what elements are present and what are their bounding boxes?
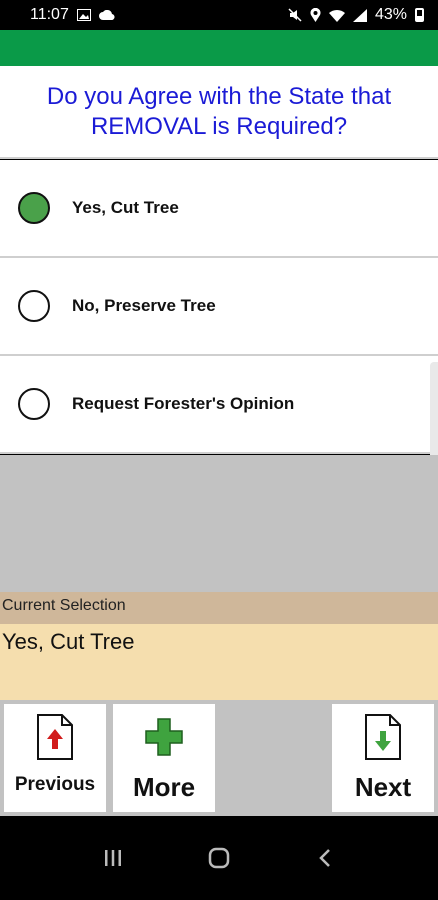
plus-icon xyxy=(145,718,183,756)
battery-icon xyxy=(415,8,424,22)
mute-icon xyxy=(288,8,302,22)
radio-unselected-icon[interactable] xyxy=(18,290,50,322)
recent-apps-icon xyxy=(105,850,121,866)
option-request-forester-opinion[interactable]: Request Forester's Opinion xyxy=(0,356,438,454)
next-button[interactable]: Next xyxy=(332,704,434,812)
document-down-arrow-icon xyxy=(365,714,401,760)
radio-selected-icon[interactable] xyxy=(18,192,50,224)
more-label: More xyxy=(132,772,196,802)
previous-label: Previous xyxy=(14,774,96,795)
option-no-preserve-tree[interactable]: No, Preserve Tree xyxy=(0,258,438,356)
back-button[interactable] xyxy=(305,838,345,878)
option-label: Request Forester's Opinion xyxy=(72,394,295,413)
document-up-arrow-icon xyxy=(37,714,73,760)
question-title: Do you Agree with the State that REMOVAL… xyxy=(0,66,438,159)
wifi-icon xyxy=(328,9,345,22)
location-icon xyxy=(310,8,321,22)
home-icon xyxy=(208,847,230,869)
signal-icon xyxy=(352,8,367,22)
battery-percent: 43% xyxy=(374,6,407,23)
option-label: No, Preserve Tree xyxy=(72,296,216,315)
gallery-icon xyxy=(76,9,91,21)
bottom-nav: Previous More Next xyxy=(0,700,438,816)
clock: 11:07 xyxy=(30,6,69,23)
current-selection-label: Current Selection xyxy=(0,592,438,624)
cloud-icon xyxy=(98,10,115,20)
back-icon xyxy=(319,849,330,867)
previous-button[interactable]: Previous xyxy=(4,704,106,812)
option-yes-cut-tree[interactable]: Yes, Cut Tree xyxy=(0,160,438,258)
option-list: Yes, Cut Tree No, Preserve Tree Request … xyxy=(0,160,438,454)
more-button[interactable]: More xyxy=(113,704,215,812)
empty-area xyxy=(0,455,438,592)
next-label: Next xyxy=(354,772,412,802)
current-selection-value: Yes, Cut Tree xyxy=(0,624,438,700)
option-label: Yes, Cut Tree xyxy=(72,198,179,217)
radio-unselected-icon[interactable] xyxy=(18,388,50,420)
recent-apps-button[interactable] xyxy=(93,838,133,878)
app-header-bar xyxy=(0,30,438,66)
system-nav-bar xyxy=(0,816,438,900)
home-button[interactable] xyxy=(199,838,239,878)
status-bar: 11:07 43% xyxy=(0,0,438,30)
